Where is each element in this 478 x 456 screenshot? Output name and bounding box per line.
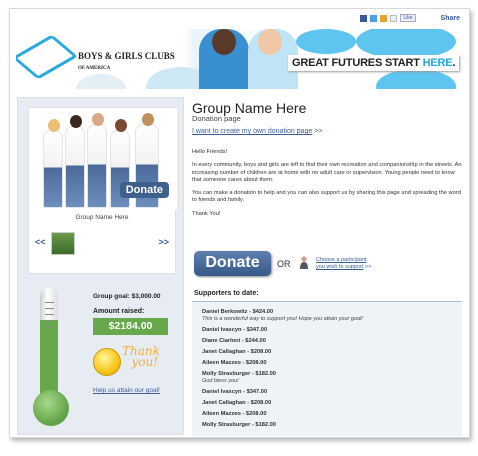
supporter-name: Daniel Ivascyn - $347.00 xyxy=(202,327,268,333)
page-subtitle: Donation page xyxy=(192,114,241,123)
amount-raised-value: $2184.00 xyxy=(93,318,168,335)
photo-gallery: Donate Group Name Here << >> xyxy=(28,107,177,274)
smiley-icon xyxy=(93,348,121,376)
group-goal: Group goal: $3,000.00 xyxy=(93,293,161,300)
message-signoff: Thank You! xyxy=(192,210,221,217)
banner: BOYS & GIRLS CLUBS OF AMERICA GREAT FUTUR… xyxy=(16,29,462,89)
banner-slogan: GREAT FUTURES START HERE. xyxy=(288,55,460,71)
message-body: Hello Friends! In every community, boys … xyxy=(192,149,462,224)
supporter-item: Aileen Mazzeo - $208.00 xyxy=(202,360,462,367)
participant-icon xyxy=(300,256,308,269)
supporters-list[interactable]: Daniel Berkowitz - $424.00 This is a wond… xyxy=(192,301,462,436)
supporter-item: Aileen Mazzeo - $208.00 xyxy=(202,411,462,418)
supporter-name: Molly Strasburger - $182.00 xyxy=(202,371,276,377)
message-greeting: Hello Friends! xyxy=(192,149,228,155)
choose-participant-link-2[interactable]: you wish to support xyxy=(316,264,363,270)
supporters-heading: Supporters to date: xyxy=(194,290,259,297)
supporter-item: Daniel Ivascyn - $347.00 xyxy=(202,389,462,396)
message-paragraph: You can make a donation to help and you … xyxy=(192,190,461,204)
prev-photo-button[interactable]: << xyxy=(35,237,46,247)
thermometer-gauge xyxy=(33,288,69,426)
supporter-name: Janet Callaghan - $208.00 xyxy=(202,400,272,406)
supporter-name: Daniel Berkowitz - $424.00 xyxy=(202,309,274,315)
help-attain-goal-link[interactable]: Help us attain our goal! xyxy=(93,387,160,394)
bgca-logo-icon xyxy=(16,34,78,80)
supporter-name: Molly Strasburger - $182.00 xyxy=(202,422,276,428)
create-donation-page-link[interactable]: I want to create my own donation page xyxy=(192,128,312,135)
message-paragraph: In every community, boys and girls are l… xyxy=(192,162,462,183)
supporter-item: Janet Callaghan - $208.00 xyxy=(202,400,462,407)
twitter-icon[interactable] xyxy=(370,14,378,22)
amount-raised-label: Amount raised: xyxy=(93,308,145,315)
supporter-item: Daniel Ivascyn - $347.00 xyxy=(202,327,462,334)
supporter-name: Janet Callaghan - $208.00 xyxy=(202,349,272,355)
choose-participant-link[interactable]: Choose a participant xyxy=(316,257,366,263)
supporter-name: Aileen Mazzeo - $208.00 xyxy=(202,411,267,417)
next-photo-button[interactable]: >> xyxy=(158,237,169,247)
facebook-icon[interactable] xyxy=(360,14,368,22)
photo-thumbnail[interactable] xyxy=(51,232,75,255)
email-icon[interactable] xyxy=(390,14,398,22)
supporter-item: Molly Strasburger - $182.00 xyxy=(202,422,462,429)
supporter-message: God bless you! xyxy=(202,378,239,384)
supporter-name: Diane Ciarloni - $244.00 xyxy=(202,338,266,344)
banner-photo-boy xyxy=(199,29,249,89)
org-logo-text: BOYS & GIRLS CLUBS OF AMERICA xyxy=(78,51,175,71)
share-bar: Like Share xyxy=(360,14,460,22)
myspace-icon[interactable] xyxy=(380,14,388,22)
supporter-item: Molly Strasburger - $182.00 God bless you… xyxy=(202,371,462,385)
thermometer-fill xyxy=(40,319,58,396)
donate-button[interactable]: Donate xyxy=(194,251,271,276)
facebook-like-button[interactable]: Like xyxy=(400,14,416,22)
supporter-item: Diane Ciarloni - $244.00 xyxy=(202,338,462,345)
create-donation-page: I want to create my own donation page >> xyxy=(192,128,323,135)
supporter-name: Daniel Ivascyn - $347.00 xyxy=(202,389,268,395)
group-photo: Donate xyxy=(29,108,177,210)
supporter-name: Aileen Mazzeo - $208.00 xyxy=(202,360,267,366)
supporter-item: Janet Callaghan - $208.00 xyxy=(202,349,462,356)
photo-caption: Group Name Here xyxy=(75,214,129,221)
share-link[interactable]: Share xyxy=(441,15,460,22)
supporter-item: Daniel Berkowitz - $424.00 This is a wond… xyxy=(202,309,462,323)
or-label: OR xyxy=(277,259,291,269)
choose-participant: Choose a participant you wish to support … xyxy=(316,257,372,270)
photo-donate-button[interactable]: Donate xyxy=(119,182,169,198)
thank-you-text: Thank you! xyxy=(122,344,160,369)
supporter-message: This is a wonderful way to support you! … xyxy=(202,316,363,322)
